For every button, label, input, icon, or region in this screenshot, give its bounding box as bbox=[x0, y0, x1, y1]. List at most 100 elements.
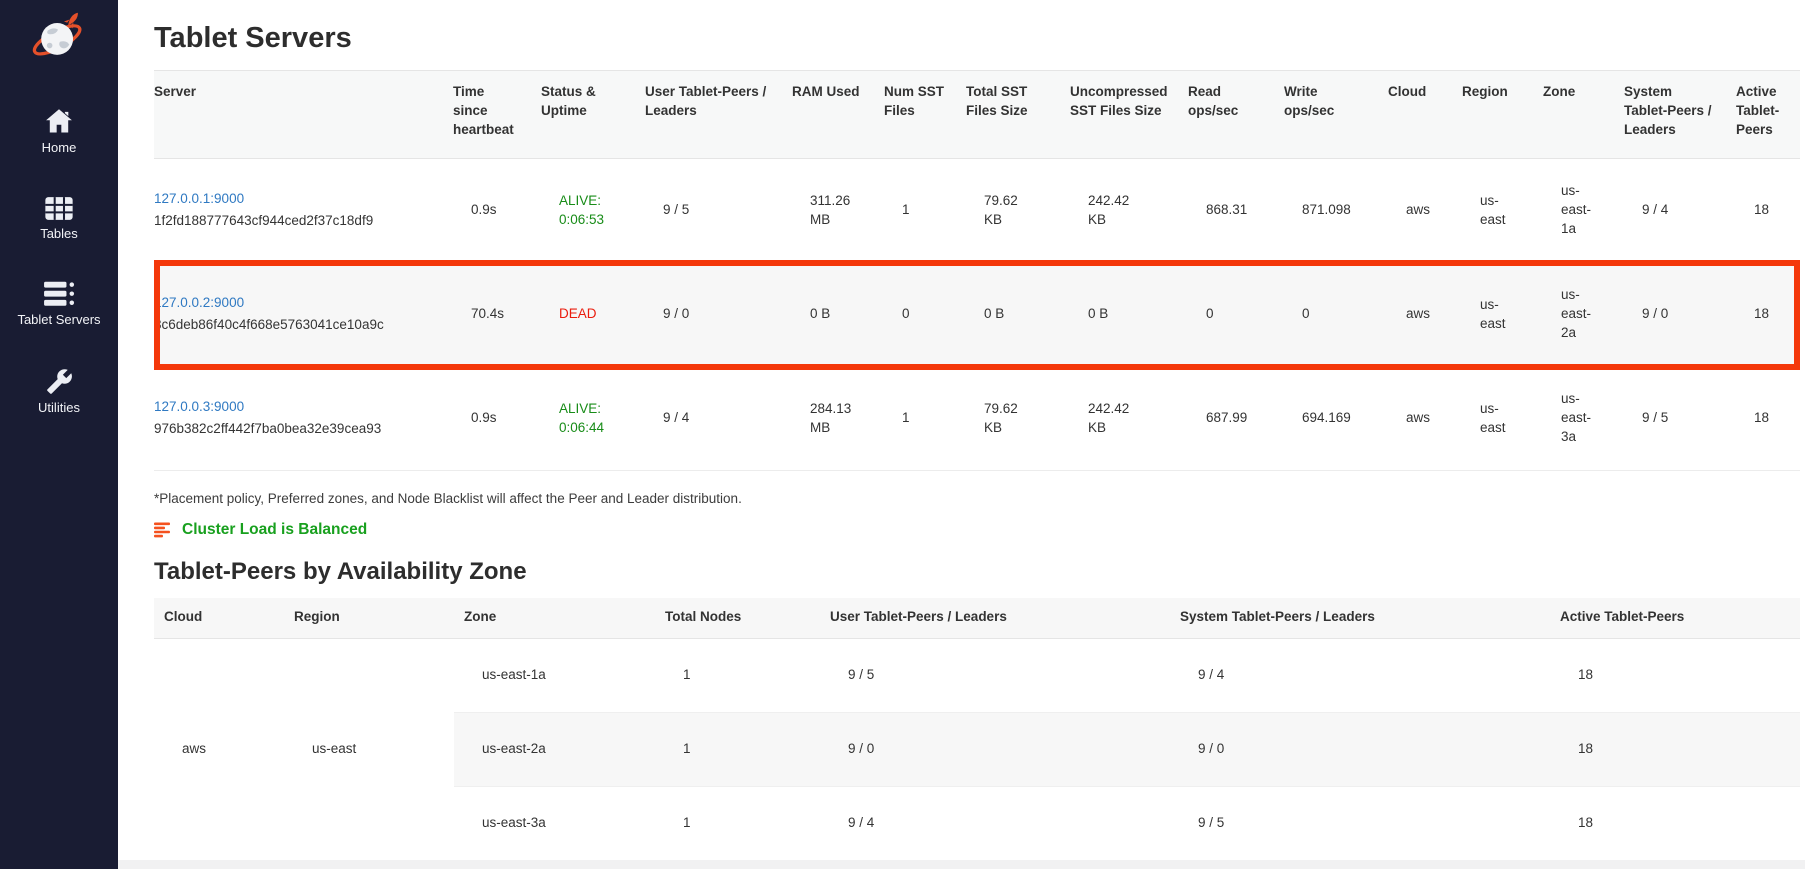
table-header-row: Server Time since heartbeat Status & Upt… bbox=[154, 71, 1800, 159]
sidebar-nav: Home Tables Tablet Servers Ut bbox=[0, 108, 118, 415]
zones-section-title: Tablet-Peers by Availability Zone bbox=[154, 558, 1800, 586]
col-header-zone: Zone bbox=[1543, 71, 1624, 159]
status-text: ALIVE: bbox=[559, 192, 625, 211]
server-link[interactable]: 127.0.0.3:9000 bbox=[154, 399, 244, 414]
cell-write-ops: 0 bbox=[1284, 263, 1388, 367]
cell-heartbeat: 0.9s bbox=[453, 367, 541, 471]
col-header-region: Region bbox=[284, 598, 454, 638]
tablet-servers-table-wrap: Server Time since heartbeat Status & Upt… bbox=[154, 70, 1800, 471]
cell-heartbeat: 0.9s bbox=[453, 159, 541, 263]
cell-user-peers: 9 / 5 bbox=[820, 638, 1170, 712]
col-header-ram: RAM Used bbox=[792, 71, 884, 159]
cell-cloud: aws bbox=[1388, 263, 1462, 367]
cell-uncompressed-sst: 242.42 KB bbox=[1070, 159, 1188, 263]
cell-zone: us-east-3a bbox=[1543, 367, 1624, 471]
app-logo-icon[interactable] bbox=[29, 8, 89, 68]
cell-ram: 311.26 MB bbox=[792, 159, 884, 263]
cell-heartbeat: 70.4s bbox=[453, 263, 541, 367]
cell-user-peers: 9 / 0 bbox=[645, 263, 792, 367]
table-row: 127.0.0.1:9000 1f2fd188777643cf944ced2f3… bbox=[154, 159, 1800, 263]
cell-total-nodes: 1 bbox=[655, 786, 820, 860]
cell-num-sst: 1 bbox=[884, 159, 966, 263]
sidebar-item-tables[interactable]: Tables bbox=[0, 196, 118, 242]
server-link[interactable]: 127.0.0.1:9000 bbox=[154, 191, 244, 206]
sidebar-item-label: Home bbox=[42, 140, 77, 156]
cell-server: 127.0.0.2:9000 3c6deb86f40c4f668e5763041… bbox=[154, 263, 453, 367]
col-header-system-peers: System Tablet-Peers / Leaders bbox=[1624, 71, 1736, 159]
col-header-read-ops: Read ops/sec bbox=[1188, 71, 1284, 159]
cell-server: 127.0.0.3:9000 976b382c2ff442f7ba0bea32e… bbox=[154, 367, 453, 471]
home-icon bbox=[44, 108, 74, 135]
col-header-system-peers: System Tablet-Peers / Leaders bbox=[1170, 598, 1550, 638]
cell-active-peers: 18 bbox=[1736, 159, 1800, 263]
placement-footnote: *Placement policy, Preferred zones, and … bbox=[154, 491, 1800, 506]
cell-total-nodes: 1 bbox=[655, 712, 820, 786]
cell-write-ops: 871.098 bbox=[1284, 159, 1388, 263]
cell-system-peers: 9 / 4 bbox=[1624, 159, 1736, 263]
col-header-region: Region bbox=[1462, 71, 1543, 159]
col-header-num-sst: Num SST Files bbox=[884, 71, 966, 159]
cell-total-sst: 79.62 KB bbox=[966, 159, 1070, 263]
cell-read-ops: 868.31 bbox=[1188, 159, 1284, 263]
cell-user-peers: 9 / 5 bbox=[645, 159, 792, 263]
col-header-uncompressed-sst: Uncompressed SST Files Size bbox=[1070, 71, 1188, 159]
cell-zone: us-east-2a bbox=[454, 712, 655, 786]
cell-total-sst: 0 B bbox=[966, 263, 1070, 367]
cell-active-peers: 18 bbox=[1550, 712, 1800, 786]
cell-cloud: aws bbox=[1388, 159, 1462, 263]
server-uuid: 3c6deb86f40c4f668e5763041ce10a9c bbox=[154, 316, 433, 335]
status-text: ALIVE: bbox=[559, 400, 625, 419]
col-header-total-nodes: Total Nodes bbox=[655, 598, 820, 638]
sidebar-item-tablet-servers[interactable]: Tablet Servers bbox=[0, 281, 118, 328]
cell-active-peers: 18 bbox=[1736, 263, 1800, 367]
col-header-active-peers: Active Tablet-Peers bbox=[1550, 598, 1800, 638]
col-header-user-peers: User Tablet-Peers / Leaders bbox=[645, 71, 792, 159]
col-header-zone: Zone bbox=[454, 598, 655, 638]
server-uuid: 976b382c2ff442f7ba0bea32e39cea93 bbox=[154, 420, 433, 439]
tablet-servers-table: Server Time since heartbeat Status & Upt… bbox=[154, 70, 1800, 471]
cell-region: us-east bbox=[284, 638, 454, 860]
sidebar-item-label: Tables bbox=[40, 226, 78, 242]
cell-status: ALIVE: 0:06:44 bbox=[541, 367, 645, 471]
sidebar: Home Tables Tablet Servers Ut bbox=[0, 0, 118, 869]
cell-zone: us-east-2a bbox=[1543, 263, 1624, 367]
col-header-user-peers: User Tablet-Peers / Leaders bbox=[820, 598, 1170, 638]
cell-cloud: aws bbox=[154, 638, 284, 860]
cell-user-peers: 9 / 4 bbox=[820, 786, 1170, 860]
table-header-row: Cloud Region Zone Total Nodes User Table… bbox=[154, 598, 1800, 638]
cell-read-ops: 0 bbox=[1188, 263, 1284, 367]
cell-total-sst: 79.62 KB bbox=[966, 367, 1070, 471]
sidebar-item-label: Utilities bbox=[38, 400, 80, 416]
cell-total-nodes: 1 bbox=[655, 638, 820, 712]
cluster-balance-status: Cluster Load is Balanced bbox=[154, 521, 1800, 539]
col-header-server: Server bbox=[154, 71, 453, 159]
col-header-status: Status & Uptime bbox=[541, 71, 645, 159]
cell-region: us-east bbox=[1462, 159, 1543, 263]
cluster-balance-icon bbox=[154, 522, 172, 538]
cell-user-peers: 9 / 4 bbox=[645, 367, 792, 471]
cell-active-peers: 18 bbox=[1736, 367, 1800, 471]
horizontal-scrollbar[interactable] bbox=[118, 860, 1805, 869]
cell-status: ALIVE: 0:06:53 bbox=[541, 159, 645, 263]
table-row: 127.0.0.3:9000 976b382c2ff442f7ba0bea32e… bbox=[154, 367, 1800, 471]
cell-num-sst: 1 bbox=[884, 367, 966, 471]
server-link[interactable]: 127.0.0.2:9000 bbox=[154, 295, 244, 310]
utilities-icon bbox=[46, 368, 73, 395]
cell-server: 127.0.0.1:9000 1f2fd188777643cf944ced2f3… bbox=[154, 159, 453, 263]
sidebar-item-utilities[interactable]: Utilities bbox=[0, 368, 118, 416]
sidebar-item-home[interactable]: Home bbox=[0, 108, 118, 156]
cell-num-sst: 0 bbox=[884, 263, 966, 367]
col-header-active-peers: Active Tablet-Peers bbox=[1736, 71, 1800, 159]
col-header-cloud: Cloud bbox=[1388, 71, 1462, 159]
tables-icon bbox=[44, 196, 74, 221]
cell-write-ops: 694.169 bbox=[1284, 367, 1388, 471]
cell-active-peers: 18 bbox=[1550, 638, 1800, 712]
main-content: Tablet Servers Server Time since heartbe… bbox=[118, 0, 1805, 869]
cell-region: us-east bbox=[1462, 263, 1543, 367]
col-header-cloud: Cloud bbox=[154, 598, 284, 638]
cell-zone: us-east-1a bbox=[454, 638, 655, 712]
cell-status: DEAD bbox=[541, 263, 645, 367]
cell-system-peers: 9 / 0 bbox=[1170, 712, 1550, 786]
status-text: DEAD bbox=[559, 305, 625, 324]
page-title: Tablet Servers bbox=[154, 22, 1800, 55]
